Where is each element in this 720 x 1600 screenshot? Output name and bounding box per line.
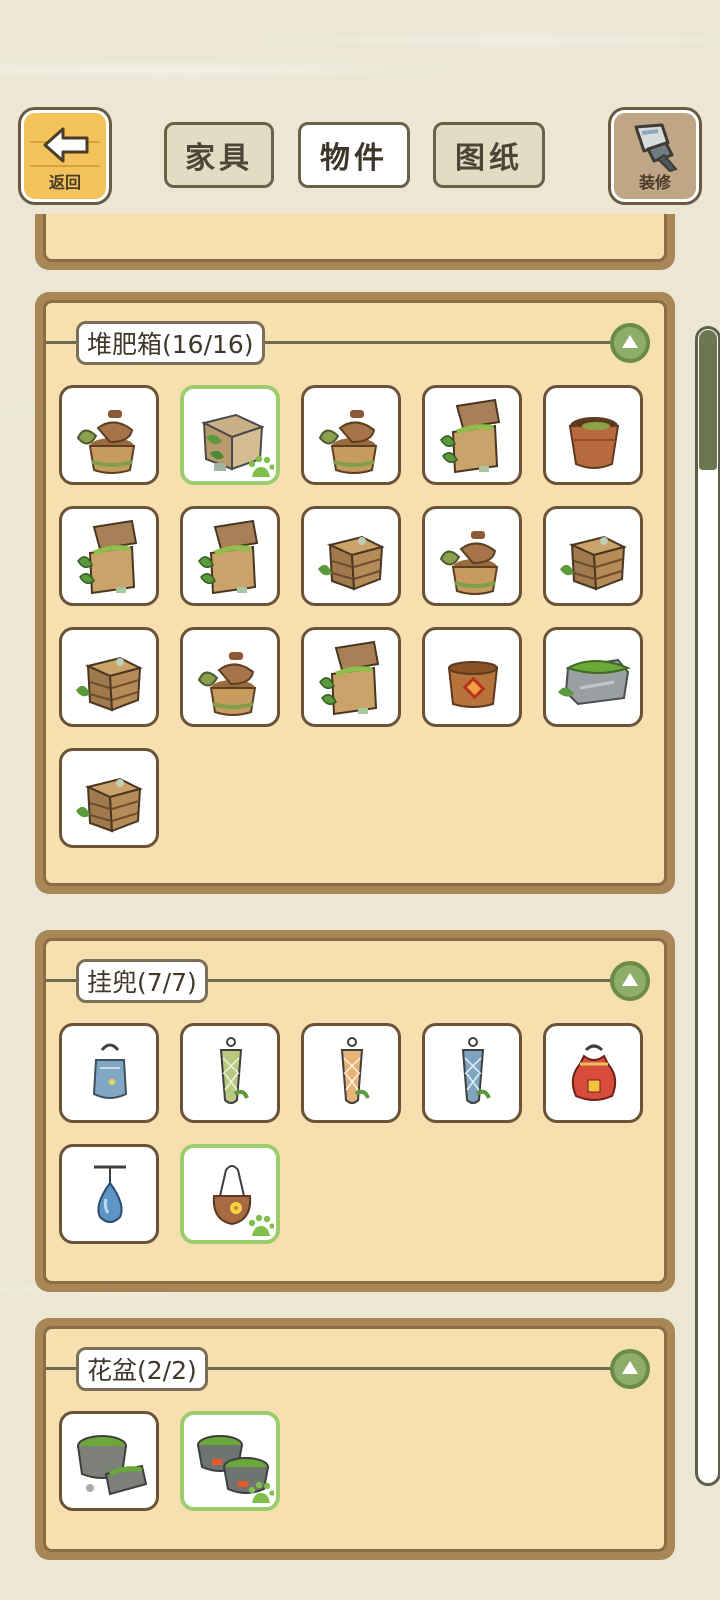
decorate-label: 装修 xyxy=(638,173,671,192)
item-cell[interactable] xyxy=(180,1144,280,1244)
compost-bucket-leaf-icon xyxy=(439,531,499,595)
hanging-pouch-blue-icon xyxy=(92,1043,128,1099)
item-cell[interactable] xyxy=(59,1411,159,1511)
item-cell[interactable] xyxy=(59,1023,159,1123)
item-cell[interactable] xyxy=(59,748,159,848)
collapse-button[interactable] xyxy=(610,1349,650,1389)
item-cell[interactable] xyxy=(301,627,401,727)
item-list-viewport[interactable]: 堆肥箱(16/16) 挂兜(7/7) 花盆(2/2) xyxy=(0,214,690,1600)
hanging-net-blue-icon xyxy=(461,1037,491,1104)
back-arrow-icon xyxy=(43,127,89,163)
item-grid xyxy=(59,1411,643,1511)
compost-wood-crate-icon xyxy=(76,777,143,833)
compost-box-lid-open-icon xyxy=(198,519,259,595)
compost-box-lid-open-icon xyxy=(77,519,138,595)
compost-bucket-open-icon xyxy=(568,417,620,469)
section-title: 挂兜(7/7) xyxy=(76,959,208,1003)
section-title: 堆肥箱(16/16) xyxy=(76,321,265,365)
item-cell[interactable] xyxy=(59,385,159,485)
compost-pot-orange-icon xyxy=(447,661,499,708)
scrollbar[interactable] xyxy=(695,326,720,1486)
item-cell[interactable] xyxy=(543,506,643,606)
item-cell[interactable] xyxy=(59,1144,159,1244)
wood-plank-line xyxy=(30,165,100,167)
item-cell[interactable] xyxy=(301,385,401,485)
compost-bucket-leaf-icon xyxy=(197,652,257,716)
frog-paw-icon xyxy=(248,1214,274,1236)
item-cell[interactable] xyxy=(180,627,280,727)
back-button[interactable]: 返回 xyxy=(21,110,109,202)
item-cell[interactable] xyxy=(180,385,280,485)
compost-box-lid-open-icon xyxy=(319,640,380,716)
item-cell[interactable] xyxy=(180,1023,280,1123)
paint-brush-icon xyxy=(634,123,678,173)
hanging-sack-red-icon xyxy=(571,1044,617,1101)
tab-blueprints[interactable]: 图纸 xyxy=(433,122,545,188)
item-grid xyxy=(59,1023,643,1244)
hanging-net-green-icon xyxy=(219,1037,249,1104)
previous-section-partial xyxy=(35,214,675,270)
compost-wood-crate-icon xyxy=(560,535,627,591)
compost-bucket-leaf-icon xyxy=(76,410,136,474)
section-title: 花盆(2/2) xyxy=(76,1347,208,1391)
item-cell[interactable] xyxy=(422,627,522,727)
frog-paw-icon xyxy=(248,455,274,477)
compost-wood-crate-icon xyxy=(76,656,143,712)
compost-bucket-leaf-icon xyxy=(318,410,378,474)
item-grid xyxy=(59,385,643,848)
hanging-net-tan-icon xyxy=(340,1037,370,1104)
compost-wood-crate-icon xyxy=(318,535,385,591)
item-cell[interactable] xyxy=(180,506,280,606)
frog-paw-icon xyxy=(248,1481,274,1503)
compost-box-lid-open-icon xyxy=(440,398,501,474)
section-hanging-pouches: 挂兜(7/7) xyxy=(35,930,675,1292)
item-cell[interactable] xyxy=(301,506,401,606)
section-flower-pots: 花盆(2/2) xyxy=(35,1318,675,1560)
flower-pot-moss-broken-icon xyxy=(77,1435,148,1496)
item-cell[interactable] xyxy=(301,1023,401,1123)
item-cell[interactable] xyxy=(543,1023,643,1123)
item-cell[interactable] xyxy=(59,627,159,727)
back-label: 返回 xyxy=(48,173,81,192)
compost-stone-bin-icon xyxy=(558,658,631,706)
collapse-button[interactable] xyxy=(610,961,650,1001)
item-cell[interactable] xyxy=(422,385,522,485)
item-cell[interactable] xyxy=(180,1411,280,1511)
item-cell[interactable] xyxy=(422,1023,522,1123)
scrollbar-thumb[interactable] xyxy=(699,330,717,470)
decorate-button[interactable]: 装修 xyxy=(611,110,699,202)
collapse-button[interactable] xyxy=(610,323,650,363)
item-cell[interactable] xyxy=(59,506,159,606)
item-cell[interactable] xyxy=(422,506,522,606)
tab-items[interactable]: 物件 xyxy=(298,122,410,188)
tab-furniture[interactable]: 家具 xyxy=(164,122,274,188)
section-compost-bins: 堆肥箱(16/16) xyxy=(35,292,675,894)
item-cell[interactable] xyxy=(543,627,643,727)
hanging-drop-blue-icon xyxy=(94,1165,126,1223)
item-cell[interactable] xyxy=(543,385,643,485)
